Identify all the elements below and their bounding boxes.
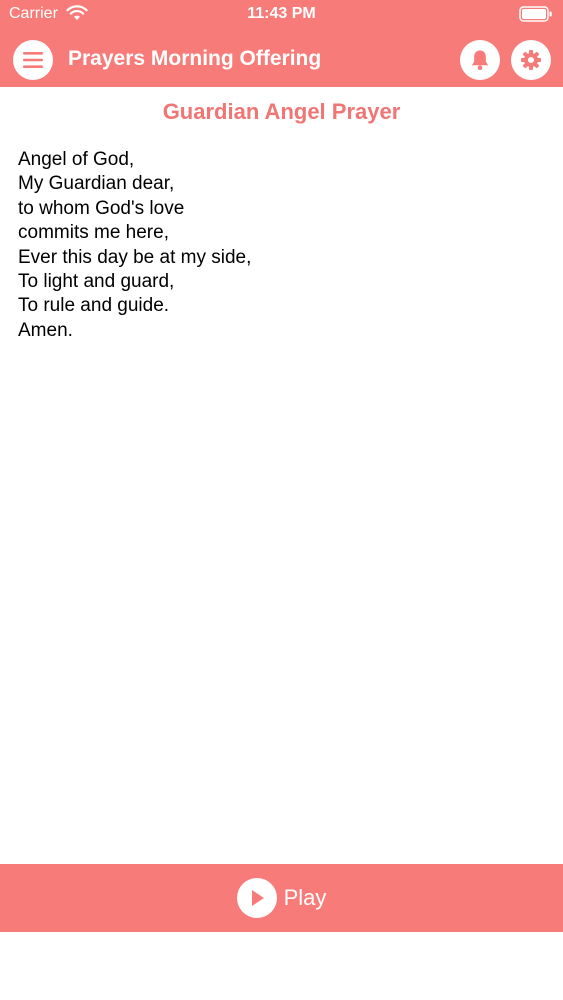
prayer-line: To rule and guide. — [18, 295, 170, 317]
gear-icon — [521, 50, 541, 70]
play-icon-circle — [236, 878, 277, 918]
nav-bar: Prayers Morning Offering — [0, 30, 563, 87]
app-screen: Carrier 11:43 PM Prayers Morning Offerin… — [0, 0, 563, 1000]
prayer-line: To light and guard, — [18, 271, 175, 293]
status-time: 11:43 PM — [247, 5, 316, 22]
bell-icon — [471, 50, 489, 71]
prayer-text: Angel of God, My Guardian dear, to whom … — [18, 148, 251, 343]
play-button[interactable]: Play — [0, 864, 563, 932]
prayer-line: My Guardian dear, — [18, 173, 175, 195]
prayer-line: Amen. — [18, 319, 73, 341]
prayer-line: commits me here, — [18, 222, 169, 244]
play-icon — [251, 890, 264, 906]
page-title: Prayers Morning Offering — [68, 47, 322, 70]
notifications-button[interactable] — [460, 40, 500, 80]
menu-button[interactable] — [13, 40, 53, 80]
prayer-line: Angel of God, — [18, 149, 135, 170]
hamburger-menu-icon — [23, 52, 43, 68]
play-label: Play — [283, 885, 327, 910]
prayer-title: Guardian Angel Prayer — [162, 99, 401, 124]
status-bar: Carrier 11:43 PM — [0, 0, 563, 30]
prayer-line: to whom God's love — [18, 197, 185, 219]
battery-icon — [519, 6, 552, 22]
header: Carrier 11:43 PM Prayers Morning Offerin… — [0, 0, 563, 87]
prayer-line: Ever this day be at my side, — [18, 246, 252, 268]
settings-button[interactable] — [511, 40, 551, 80]
